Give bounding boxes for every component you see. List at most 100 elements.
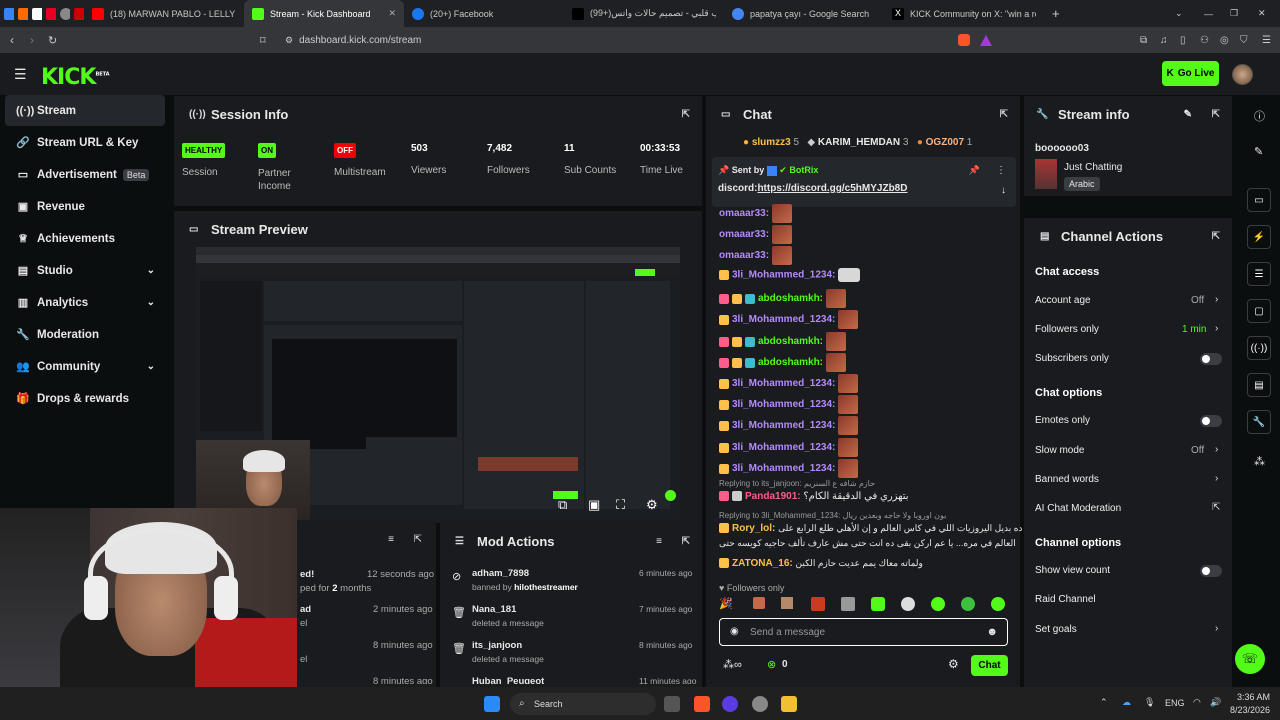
tab-pinned-5[interactable] — [56, 0, 70, 27]
mod-action-user[interactable]: Nana_181 — [472, 604, 516, 615]
steam-icon[interactable] — [752, 696, 768, 712]
task-view-icon[interactable] — [664, 696, 680, 712]
filter-icon[interactable]: ≡ — [388, 534, 394, 545]
chevron-right-icon[interactable]: › — [1215, 323, 1218, 334]
set-goals-setting[interactable]: Set goals — [1035, 624, 1077, 635]
sidebar-item-studio[interactable]: ▤ Studio ⌄ — [5, 255, 165, 286]
show-view-count-toggle[interactable] — [1200, 565, 1222, 577]
rail-card-button[interactable]: ▭ — [1247, 188, 1271, 212]
pip-icon[interactable]: ⧉ — [558, 497, 567, 513]
clock-time[interactable]: 3:36 AM — [1237, 692, 1270, 702]
slow-mode-setting[interactable]: Slow mode — [1035, 445, 1084, 456]
followers-only-setting[interactable]: Followers only — [1035, 324, 1099, 335]
sidebar-item-achievements[interactable]: ♕ Achievements — [5, 223, 165, 254]
back-icon[interactable]: ‹ — [10, 33, 14, 47]
maximize-button[interactable]: ❐ — [1230, 8, 1238, 19]
mod-action-user[interactable]: adham_7898 — [472, 568, 529, 579]
emote-slot[interactable] — [841, 597, 855, 611]
vpn-icon[interactable]: ◎ — [1220, 35, 1229, 46]
ai-chat-moderation-setting[interactable]: AI Chat Moderation — [1035, 503, 1121, 514]
community-icon[interactable]: ⁂ — [1254, 455, 1265, 468]
emote-slot[interactable] — [931, 597, 945, 611]
address-bar[interactable]: ⚙ dashboard.kick.com/stream — [285, 31, 421, 49]
chevron-right-icon[interactable]: › — [1215, 444, 1218, 455]
new-tab-button[interactable]: + — [1052, 6, 1060, 21]
sidebar-item-stream[interactable]: ((·)) Stream — [5, 95, 165, 126]
raid-channel-button[interactable]: Raid Channel — [1035, 594, 1096, 605]
chat-input[interactable]: ◉ Send a message ☻ — [719, 618, 1008, 646]
tab-google[interactable]: papatya çayı - Google Search — [724, 0, 884, 27]
discord-link[interactable]: https://discord.gg/c5hMYJZb8D — [757, 183, 907, 194]
emoji-icon[interactable]: ☻ — [986, 626, 998, 638]
chevron-right-icon[interactable]: › — [1215, 294, 1218, 305]
shield-icon[interactable]: ⛉ — [1240, 35, 1248, 46]
wallet-icon[interactable]: ⚇ — [1200, 35, 1209, 46]
banned-words-setting[interactable]: Banned words — [1035, 474, 1099, 485]
sidebar-item-stream-url-key[interactable]: 🔗 Stream URL & Key — [5, 127, 165, 158]
info-icon[interactable]: ⓘ — [1254, 108, 1265, 124]
wifi-icon[interactable]: ◠ — [1193, 697, 1201, 708]
mod-action-user[interactable]: its_janjoon — [472, 640, 522, 651]
category-name[interactable]: Just Chatting — [1064, 162, 1122, 173]
tab-kick-dashboard[interactable]: Stream - Kick Dashboard ✕ — [244, 0, 404, 27]
fullscreen-icon[interactable]: ⛶ — [616, 497, 625, 513]
tray-chevron-icon[interactable]: ⌃ — [1100, 697, 1108, 708]
kick-logo[interactable]: KICKBETA — [41, 65, 110, 90]
account-age-setting[interactable]: Account age — [1035, 295, 1091, 306]
emotes-only-toggle[interactable] — [1200, 415, 1222, 427]
chevron-right-icon[interactable]: › — [1215, 473, 1218, 484]
tab-pinned-1[interactable] — [0, 0, 14, 27]
emote-slot[interactable] — [781, 597, 793, 609]
go-live-button[interactable]: K Go Live — [1162, 61, 1219, 86]
chevron-right-icon[interactable]: › — [1215, 623, 1218, 634]
tab-pinned-3[interactable] — [28, 0, 42, 27]
filter-icon[interactable]: ≡ — [656, 536, 662, 547]
volume-icon[interactable]: 🔊 — [1210, 697, 1221, 708]
emote-slot[interactable] — [991, 597, 1005, 611]
brave-shield-icon[interactable] — [958, 34, 970, 46]
tab-pinned-6[interactable] — [70, 0, 84, 27]
tab-list-icon[interactable]: ⌄ — [1175, 8, 1183, 19]
sidebar-icon[interactable]: ▯ — [1180, 35, 1186, 46]
tab-pinned-4[interactable] — [42, 0, 56, 27]
brave-icon[interactable] — [694, 696, 710, 712]
close-window-button[interactable]: ✕ — [1258, 8, 1266, 19]
more-options-icon[interactable]: ⋮ — [996, 165, 1006, 176]
settings-gear-icon[interactable]: ⚙ — [646, 497, 658, 513]
edit-icon[interactable]: ✎ — [1184, 109, 1192, 120]
user-avatar[interactable] — [1232, 64, 1253, 85]
rail-wrench-button[interactable]: 🔧 — [1247, 410, 1271, 434]
rail-broadcast-button[interactable]: ((·)) — [1247, 336, 1271, 360]
sidebar-item-moderation[interactable]: 🔧 Moderation — [5, 319, 165, 350]
edit-icon[interactable]: ✎ — [1254, 145, 1263, 158]
subscribers-only-toggle[interactable] — [1200, 353, 1222, 365]
rail-lightning-button[interactable]: ⚡ — [1247, 225, 1271, 249]
emote-slot[interactable] — [961, 597, 975, 611]
tab-youtube[interactable]: (18) MARWAN PABLO - LELLY YAH [O... — [84, 0, 244, 27]
popout-icon[interactable]: ⇱ — [682, 536, 690, 547]
send-chat-button[interactable]: Chat — [971, 655, 1008, 676]
extensions-icon[interactable]: ⧉ — [1140, 35, 1147, 46]
sidebar-item-drops-rewards[interactable]: 🎁 Drops & rewards — [5, 383, 165, 414]
popout-icon[interactable]: ⇱ — [682, 109, 690, 120]
external-link-icon[interactable]: ⇱ — [1212, 502, 1220, 513]
forward-icon[interactable]: › — [30, 33, 34, 47]
close-tab-icon[interactable]: ✕ — [388, 8, 396, 19]
popout-icon[interactable]: ⇱ — [414, 534, 422, 545]
community-icon[interactable]: ⁂∞ — [723, 658, 742, 671]
reload-icon[interactable]: ↻ — [48, 34, 57, 47]
windows-start-icon[interactable] — [484, 696, 500, 712]
popout-icon[interactable]: ⇱ — [1212, 231, 1220, 242]
tab-facebook[interactable]: (20+) Facebook — [404, 0, 564, 27]
unpin-icon[interactable]: 📌 — [969, 165, 980, 176]
sidebar-item-analytics[interactable]: ▥ Analytics ⌄ — [5, 287, 165, 318]
mic-icon[interactable]: 🎙 — [1144, 697, 1155, 708]
emote-slot[interactable] — [811, 597, 825, 611]
app-icon[interactable] — [722, 696, 738, 712]
emote-slot[interactable] — [871, 597, 885, 611]
rail-list-button[interactable]: ☰ — [1247, 262, 1271, 286]
emote-slot[interactable] — [753, 597, 765, 609]
mod-action-user[interactable]: Huban_Peugeot — [472, 676, 544, 684]
popout-icon[interactable]: ⇱ — [1000, 109, 1008, 120]
onedrive-icon[interactable]: ☁ — [1122, 697, 1131, 708]
